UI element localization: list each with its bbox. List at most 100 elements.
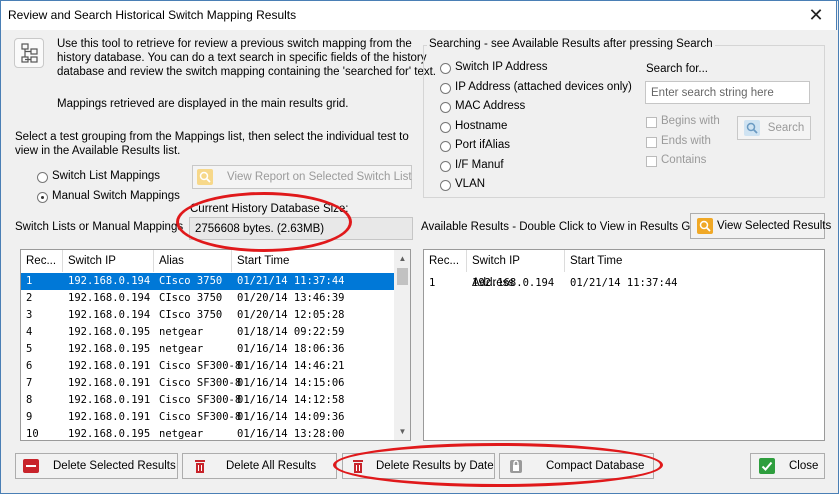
column-header-start-time[interactable]: Start Time bbox=[565, 250, 824, 272]
switch-ip-option[interactable]: Switch IP Address bbox=[455, 61, 547, 73]
view-selected-results-label: View Selected Results bbox=[717, 220, 832, 232]
column-header-rec[interactable]: Rec... bbox=[21, 250, 63, 272]
mac-address-radio[interactable] bbox=[440, 102, 451, 113]
column-header-alias[interactable]: Alias bbox=[154, 250, 232, 272]
column-header-switch-ip-address[interactable]: Switch IP Address bbox=[467, 250, 565, 289]
trash-icon bbox=[350, 458, 366, 474]
contains-checkbox[interactable] bbox=[646, 156, 657, 167]
ip-address-radio[interactable] bbox=[440, 83, 451, 94]
table-cell: 1 bbox=[429, 277, 436, 289]
table-cell: Cisco SF300-8 bbox=[159, 377, 242, 389]
table-cell: 9 bbox=[26, 411, 33, 423]
table-row[interactable]: 7 192.168.0.191 Cisco SF300-8 01/16/14 14:1… bbox=[21, 375, 394, 392]
column-header-switch-ip[interactable]: Switch IP bbox=[63, 250, 154, 272]
available-results-grid[interactable]: Rec... Switch IP Address Start Time 1 192… bbox=[423, 249, 825, 441]
intro-line-3: database and review the switch mapping c… bbox=[57, 66, 437, 78]
manual-switch-mappings-label[interactable]: Manual Switch Mappings bbox=[52, 190, 180, 202]
close-label: Close bbox=[789, 460, 819, 472]
delete-icon bbox=[23, 459, 39, 473]
begins-with-checkbox[interactable] bbox=[646, 117, 657, 128]
table-cell: 192.168.0.195 bbox=[68, 343, 151, 355]
begins-with-label[interactable]: Begins with bbox=[661, 115, 720, 127]
search-input[interactable]: Enter search string here bbox=[645, 81, 810, 104]
view-report-button[interactable]: View Report on Selected Switch List bbox=[192, 165, 412, 189]
left-list-label: Switch Lists or Manual Mappings bbox=[15, 221, 184, 233]
compact-database-button[interactable]: Compact Database bbox=[499, 453, 654, 479]
table-row[interactable]: 8 192.168.0.191 Cisco SF300-8 01/16/14 14:1… bbox=[21, 392, 394, 409]
column-header-rec[interactable]: Rec... bbox=[424, 250, 467, 272]
table-cell: 01/21/14 11:37:44 bbox=[237, 275, 345, 287]
column-header-start-time[interactable]: Start Time bbox=[232, 250, 394, 272]
switch-list-mappings-label[interactable]: Switch List Mappings bbox=[52, 170, 160, 182]
delete-results-by-date-button[interactable]: Delete Results by Date bbox=[342, 453, 495, 479]
window-close-button[interactable]: ✕ bbox=[796, 3, 836, 27]
search-icon bbox=[743, 120, 760, 136]
table-row[interactable]: 5 192.168.0.195 netgear 01/16/14 18:06:36 bbox=[21, 341, 394, 358]
hostname-option[interactable]: Hostname bbox=[455, 120, 507, 132]
ends-with-label[interactable]: Ends with bbox=[661, 135, 711, 147]
manual-switch-mappings-radio[interactable] bbox=[37, 192, 48, 203]
delete-all-label: Delete All Results bbox=[226, 460, 317, 472]
table-cell: 5 bbox=[26, 343, 33, 355]
view-report-icon bbox=[197, 169, 213, 185]
search-button[interactable]: Search bbox=[737, 116, 811, 140]
table-cell: 3 bbox=[26, 309, 33, 321]
table-cell: 4 bbox=[26, 326, 33, 338]
window-title: Review and Search Historical Switch Mapp… bbox=[8, 8, 297, 22]
table-cell: 8 bbox=[26, 394, 33, 406]
switch-ip-radio[interactable] bbox=[440, 63, 451, 74]
table-row[interactable]: 1 192.168.0.194 CIsco 3750 01/21/14 11:37:4… bbox=[21, 273, 394, 290]
ip-address-option[interactable]: IP Address (attached devices only) bbox=[455, 81, 632, 93]
table-cell: 192.168.0.195 bbox=[68, 326, 151, 338]
table-cell: CIsco 3750 bbox=[159, 292, 223, 304]
table-cell: netgear bbox=[159, 326, 204, 338]
instruction-line-2: view in the Available Results list. bbox=[15, 145, 181, 157]
delete-all-results-button[interactable]: Delete All Results bbox=[182, 453, 337, 479]
table-cell: CIsco 3750 bbox=[159, 309, 223, 321]
view-selected-results-button[interactable]: View Selected Results bbox=[690, 213, 831, 239]
vlan-radio[interactable] bbox=[440, 180, 451, 191]
table-row[interactable]: 3 192.168.0.194 CIsco 3750 01/20/14 12:05:2… bbox=[21, 307, 394, 324]
table-row[interactable]: 4 192.168.0.195 netgear 01/18/14 09:22:59 bbox=[21, 324, 394, 341]
switch-lists-grid[interactable]: Rec... Switch IP Alias Start Time 1 192.1… bbox=[20, 249, 411, 441]
port-ifalias-radio[interactable] bbox=[440, 141, 451, 152]
close-button[interactable]: Close bbox=[750, 453, 825, 479]
scroll-up-arrow[interactable]: ▲ bbox=[394, 250, 410, 267]
table-cell: 01/16/14 18:06:36 bbox=[237, 343, 345, 355]
intro-line-4: Mappings retrieved are displayed in the … bbox=[57, 98, 349, 110]
table-row[interactable]: 10 192.168.0.195 netgear 01/16/14 13:28:00 bbox=[21, 426, 394, 440]
delete-selected-label: Delete Selected Results bbox=[53, 460, 176, 472]
search-for-label: Search for... bbox=[646, 63, 709, 75]
table-cell: Cisco SF300-8 bbox=[159, 360, 242, 372]
scroll-down-arrow[interactable]: ▼ bbox=[394, 423, 410, 440]
table-row[interactable]: 1 192.168.0.194 01/21/14 11:37:44 bbox=[424, 275, 824, 292]
table-cell: 01/16/14 13:28:00 bbox=[237, 428, 345, 440]
search-button-label: Search bbox=[767, 122, 805, 134]
table-cell: 192.168.0.194 bbox=[68, 275, 151, 287]
mac-address-option[interactable]: MAC Address bbox=[455, 100, 525, 112]
vlan-option[interactable]: VLAN bbox=[455, 178, 485, 190]
table-cell: netgear bbox=[159, 428, 204, 440]
if-manuf-option[interactable]: I/F Manuf bbox=[455, 159, 504, 171]
table-cell: 192.168.0.191 bbox=[68, 394, 151, 406]
table-row[interactable]: 9 192.168.0.191 Cisco SF300-8 01/16/14 14:0… bbox=[21, 409, 394, 426]
if-manuf-radio[interactable] bbox=[440, 161, 451, 172]
left-list-scrollbar[interactable]: ▲ ▼ bbox=[394, 250, 410, 440]
db-size-field: 2756608 bytes. (2.63MB) bbox=[189, 217, 413, 240]
view-report-label: View Report on Selected Switch List bbox=[227, 171, 412, 183]
network-tree-icon bbox=[14, 38, 44, 68]
port-ifalias-option[interactable]: Port ifAlias bbox=[455, 139, 510, 151]
hostname-radio[interactable] bbox=[440, 122, 451, 133]
table-cell: Cisco SF300-8 bbox=[159, 411, 242, 423]
table-row[interactable]: 2 192.168.0.194 CIsco 3750 01/20/14 13:46:3… bbox=[21, 290, 394, 307]
contains-label[interactable]: Contains bbox=[661, 154, 706, 166]
table-row[interactable]: 6 192.168.0.191 Cisco SF300-8 01/16/14 14:4… bbox=[21, 358, 394, 375]
ends-with-checkbox[interactable] bbox=[646, 137, 657, 148]
switch-list-mappings-radio[interactable] bbox=[37, 172, 48, 183]
view-results-icon bbox=[697, 218, 713, 234]
table-cell: 01/18/14 09:22:59 bbox=[237, 326, 345, 338]
table-cell: 192.168.0.194 bbox=[472, 277, 555, 289]
delete-selected-results-button[interactable]: Delete Selected Results bbox=[15, 453, 178, 479]
table-cell: 6 bbox=[26, 360, 33, 372]
scroll-thumb[interactable] bbox=[397, 268, 408, 285]
